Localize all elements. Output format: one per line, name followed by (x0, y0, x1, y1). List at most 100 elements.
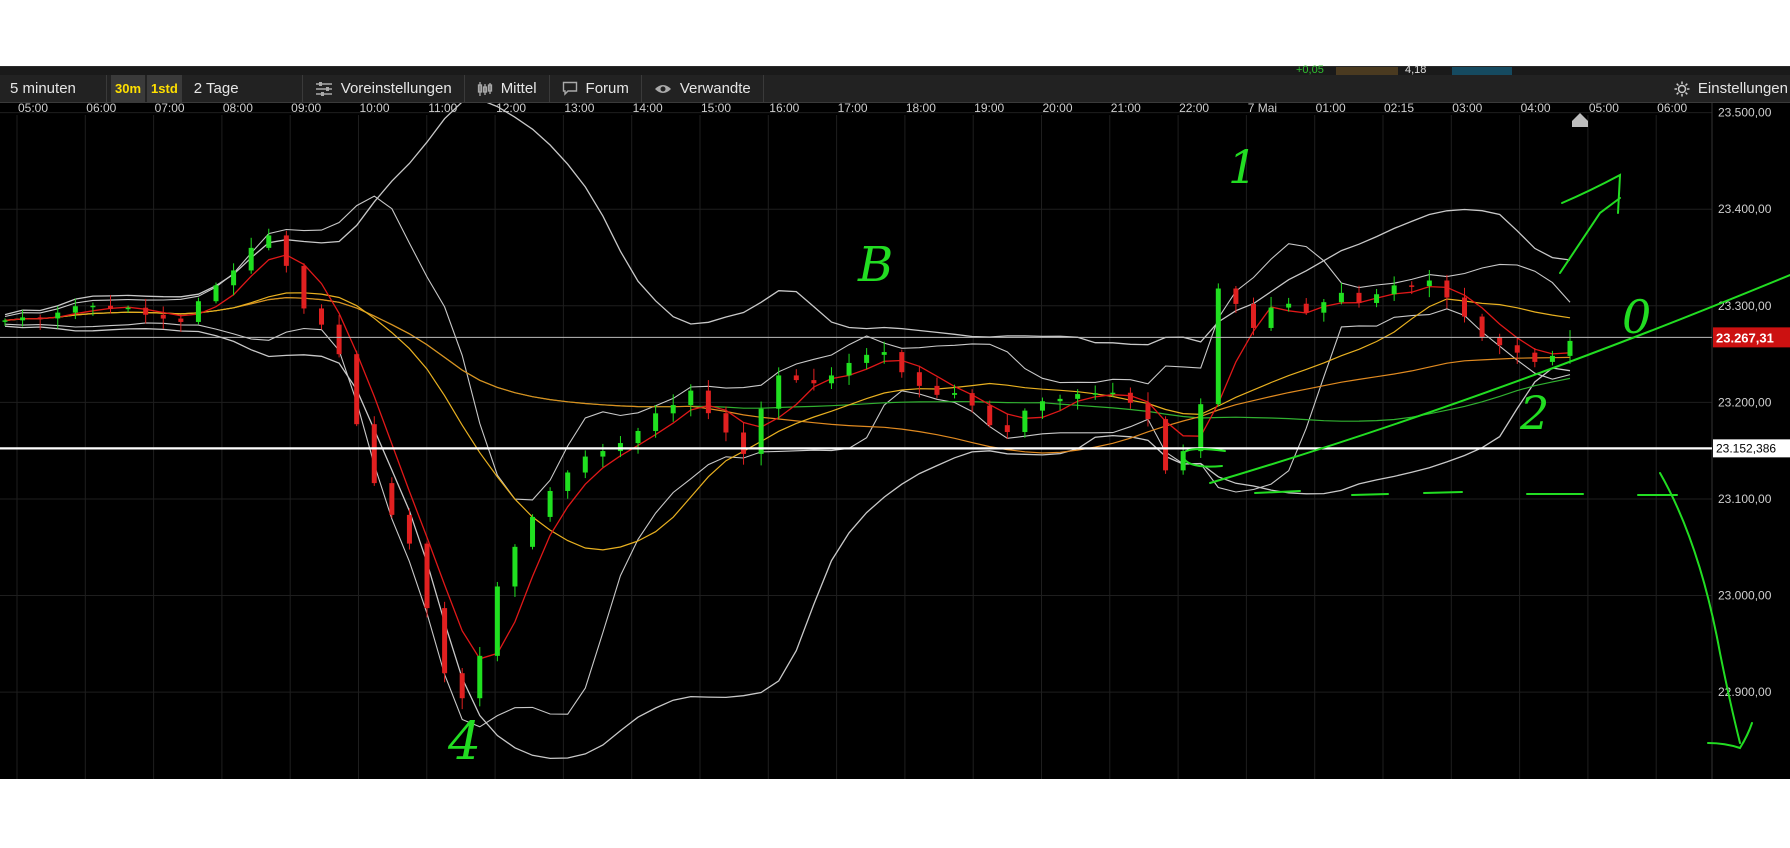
x-tick-label: 10:00 (359, 103, 389, 115)
header-strip: +0,05 4,18 (0, 65, 1790, 76)
candle-body (1374, 294, 1380, 304)
candle-body (600, 451, 606, 457)
annotation-dash (1351, 493, 1389, 496)
candle-body (670, 405, 676, 414)
x-tick-label: 20:00 (1042, 103, 1072, 115)
candle-body (952, 393, 958, 395)
candle-body (705, 390, 711, 414)
candle-body (248, 247, 254, 271)
x-tick-label: 22:00 (1179, 103, 1209, 115)
candle-body (1039, 401, 1045, 411)
sliders-icon (315, 81, 333, 96)
candle-body (1163, 419, 1169, 471)
related-button[interactable]: Verwandte (642, 75, 764, 102)
candle-body (213, 285, 219, 302)
x-tick-label: 09:00 (291, 103, 321, 115)
candle-body (1444, 280, 1450, 298)
candle-body (178, 318, 184, 322)
candle-body (1321, 302, 1327, 313)
candle-body (1461, 297, 1467, 317)
forum-button[interactable]: Forum (550, 75, 642, 102)
x-tick-label: 06:00 (86, 103, 116, 115)
candle-body (881, 352, 887, 355)
candle-body (72, 306, 78, 313)
candle-body (846, 362, 852, 376)
candle-body (1338, 292, 1344, 303)
x-tick-label: 03:00 (1452, 103, 1482, 115)
candle-body (582, 456, 588, 473)
candle-body (1215, 288, 1221, 405)
annotation-label-2: 2 (1519, 386, 1549, 440)
candle-body (283, 235, 289, 266)
candle-body (371, 424, 377, 484)
candle-body (1004, 425, 1010, 433)
candle-body (143, 307, 149, 315)
candle-body (319, 308, 325, 325)
x-tick-label: 11:00 (428, 103, 457, 115)
presets-button[interactable]: Voreinstellungen (303, 75, 465, 102)
candle-body (90, 305, 96, 308)
eye-icon (654, 83, 672, 95)
candle-body (1110, 392, 1116, 395)
x-tick-label: 21:00 (1111, 103, 1141, 115)
candle-body (653, 413, 659, 431)
x-tick-label: 02:15 (1384, 103, 1414, 115)
candle-body (793, 375, 799, 381)
candle-body (1549, 355, 1555, 362)
price-chart[interactable]: 05:00 06:00 07:00 08:00 09:00 10:00 11:00 12:00… (0, 103, 1790, 848)
y-tick-label: 23.500,00 (1718, 106, 1772, 120)
average-button[interactable]: Mittel (465, 75, 550, 102)
annotation-dash (1423, 491, 1463, 494)
y-tick-label: 22.900,00 (1718, 685, 1772, 699)
candle-body (688, 390, 694, 406)
x-tick-label: 05:00 (18, 103, 48, 115)
interval-selector[interactable]: 5 minuten (0, 75, 107, 102)
candle-body (424, 543, 430, 609)
x-tick-label: 14:00 (633, 103, 663, 115)
candle-body (1497, 336, 1503, 346)
candle-body (916, 372, 922, 386)
candle-body (1075, 394, 1081, 399)
related-label: Verwandte (679, 80, 751, 97)
candle-body (494, 586, 500, 656)
x-tick-label: 13:00 (564, 103, 594, 115)
candle-body (987, 405, 993, 426)
badge-1std[interactable]: 1std (147, 75, 182, 102)
candle-body (160, 314, 166, 319)
x-tick-label: 08:00 (223, 103, 253, 115)
badge-30m[interactable]: 30m (111, 75, 146, 102)
candle-body (1479, 316, 1485, 337)
candle-body (55, 312, 61, 319)
candle-body (617, 443, 623, 452)
x-tick-label: 04:00 (1521, 103, 1551, 115)
candle-body (301, 265, 307, 309)
average-label: Mittel (500, 80, 537, 97)
x-tick-label: 01:00 (1316, 103, 1346, 115)
candle-body (565, 472, 571, 491)
forum-label: Forum (585, 80, 629, 97)
candle-body (530, 516, 536, 547)
candle-body (828, 375, 834, 384)
x-tick-label: 07:00 (155, 103, 185, 115)
x-tick-label: 05:00 (1589, 103, 1619, 115)
plot-background (0, 103, 1790, 779)
candle-body (1022, 410, 1028, 433)
candle-body (1426, 280, 1432, 287)
candle-body (1268, 307, 1274, 328)
candle-body (1409, 285, 1415, 287)
candle-body (1532, 352, 1538, 362)
candle-body (1250, 303, 1256, 328)
candle-body (741, 432, 747, 454)
x-tick-label: 06:00 (1657, 103, 1687, 115)
candle-body (459, 673, 465, 699)
candle-body (758, 408, 764, 454)
reference-price-label: 23.152,386 (1716, 441, 1776, 455)
candle-body (899, 352, 905, 373)
candle-body (1286, 303, 1292, 308)
candle-body (776, 375, 782, 409)
annotation-label-1: 1 (1228, 140, 1257, 194)
candle-body (1567, 340, 1573, 356)
candle-body (969, 393, 975, 406)
range-selector[interactable]: 2 Tage (182, 75, 303, 102)
settings-button[interactable]: Einstellungen (1674, 75, 1790, 102)
